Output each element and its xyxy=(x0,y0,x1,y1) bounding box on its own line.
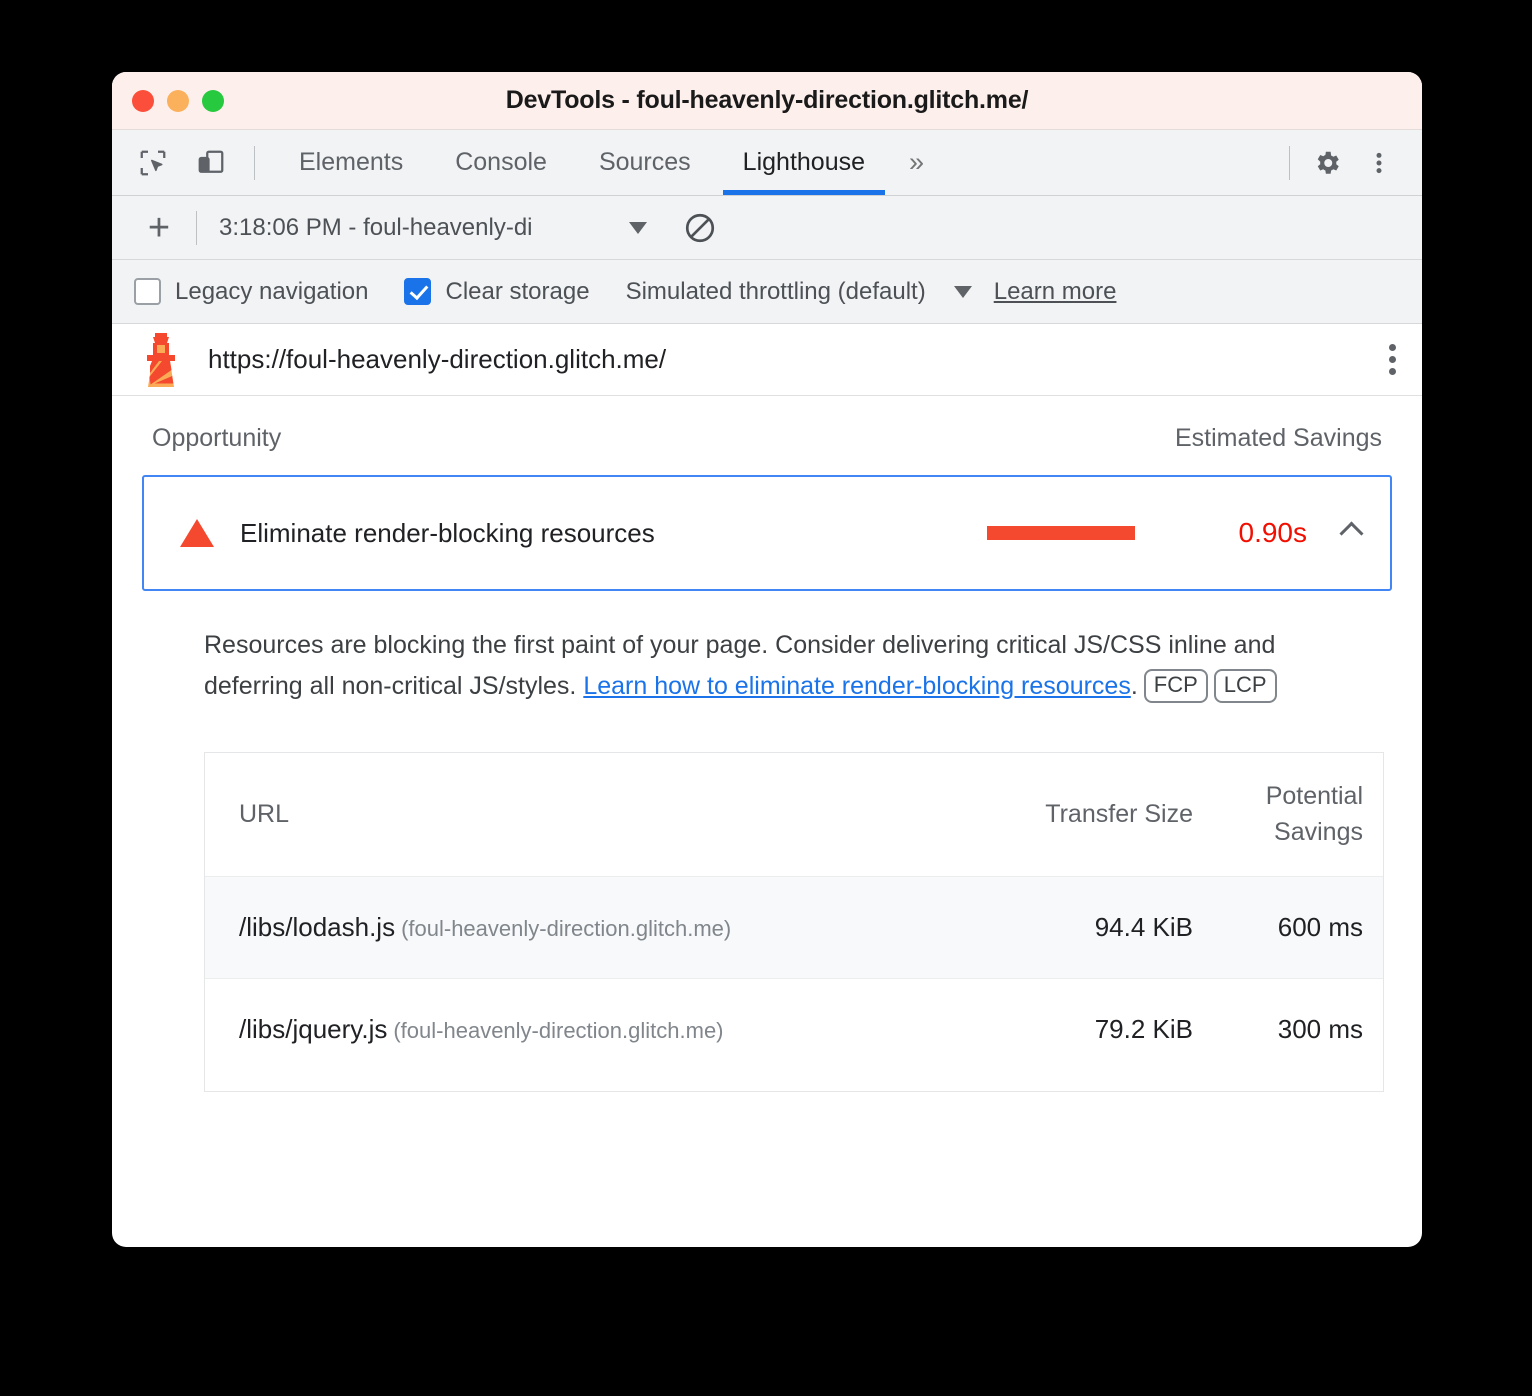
clear-storage-label: Clear storage xyxy=(445,277,590,305)
header-potential-savings-text: Potential Savings xyxy=(1265,782,1363,846)
run-selector[interactable]: 3:18:06 PM - foul-heavenly-di xyxy=(219,214,647,242)
row-transfer-size: 79.2 KiB xyxy=(1043,978,1213,1091)
clear-storage-checkbox[interactable]: Clear storage xyxy=(404,277,590,306)
throttling-label: Simulated throttling (default) xyxy=(625,277,926,305)
tab-sources[interactable]: Sources xyxy=(573,130,717,195)
tabs-overflow-icon[interactable]: » xyxy=(891,130,942,195)
lighthouse-report: Opportunity Estimated Savings Eliminate … xyxy=(112,396,1422,1092)
warning-triangle-icon xyxy=(180,519,214,547)
audited-url: https://foul-heavenly-direction.glitch.m… xyxy=(208,344,667,374)
devtools-tabbar: Elements Console Sources Lighthouse » xyxy=(112,130,1422,196)
table-header-row: URL Transfer Size Potential Savings xyxy=(205,753,1383,877)
table-row[interactable]: /libs/jquery.js (foul-heavenly-direction.… xyxy=(205,978,1383,1091)
lighthouse-settings-row: Legacy navigation Clear storage Simulate… xyxy=(112,260,1422,324)
tabbar-right-tools xyxy=(1281,130,1422,195)
legacy-navigation-label: Legacy navigation xyxy=(175,277,369,305)
details-table: URL Transfer Size Potential Savings /lib… xyxy=(205,753,1383,1091)
chevron-up-icon[interactable] xyxy=(1339,520,1364,546)
opportunity-description: Resources are blocking the first paint o… xyxy=(142,591,1292,716)
savings-value: 0.90s xyxy=(1238,517,1308,548)
run-selector-value: 3:18:06 PM - foul-heavenly-di xyxy=(219,213,533,241)
header-transfer-size: Transfer Size xyxy=(1043,753,1213,877)
row-url-cell: /libs/jquery.js (foul-heavenly-direction.… xyxy=(205,978,1043,1091)
metric-badge-fcp: FCP xyxy=(1143,668,1208,703)
details-table-wrapper: URL Transfer Size Potential Savings /lib… xyxy=(204,752,1384,1092)
description-text-after: . xyxy=(1130,671,1138,700)
estimated-savings-column-label: Estimated Savings xyxy=(1174,424,1382,452)
toolbar-divider xyxy=(254,145,255,180)
chevron-down-icon xyxy=(629,221,647,234)
opportunity-summary-row[interactable]: Eliminate render-blocking resources 0.90… xyxy=(164,477,1370,589)
devtools-window: DevTools - foul-heavenly-direction.glitc… xyxy=(112,72,1422,1247)
more-vertical-icon[interactable] xyxy=(1356,140,1402,186)
row-host: (foul-heavenly-direction.glitch.me) xyxy=(393,1018,724,1043)
table-row[interactable]: /libs/lodash.js (foul-heavenly-direction.… xyxy=(205,876,1383,979)
new-report-button[interactable]: + xyxy=(134,205,184,251)
gear-icon[interactable] xyxy=(1304,140,1350,186)
inspect-element-icon[interactable] xyxy=(130,140,176,186)
details-table-body: /libs/lodash.js (foul-heavenly-direction.… xyxy=(205,876,1383,1091)
row-transfer-size: 94.4 KiB xyxy=(1043,876,1213,979)
audited-url-row: https://foul-heavenly-direction.glitch.m… xyxy=(112,324,1422,396)
legacy-navigation-box[interactable] xyxy=(134,278,161,305)
tab-elements[interactable]: Elements xyxy=(273,130,429,195)
tabbar-left-tools xyxy=(112,130,263,195)
opportunity-column-label: Opportunity xyxy=(152,424,282,452)
clear-storage-box[interactable] xyxy=(404,278,432,305)
device-toolbar-icon[interactable] xyxy=(188,140,234,186)
opportunity-card[interactable]: Eliminate render-blocking resources 0.90… xyxy=(142,475,1392,591)
details-table-head: URL Transfer Size Potential Savings xyxy=(205,753,1383,877)
description-link[interactable]: Learn how to eliminate render-blocking r… xyxy=(583,672,1131,700)
row-host: (foul-heavenly-direction.glitch.me) xyxy=(401,916,732,941)
metric-badge-lcp: LCP xyxy=(1213,668,1277,703)
tab-console[interactable]: Console xyxy=(429,130,573,195)
window-titlebar: DevTools - foul-heavenly-direction.glitc… xyxy=(112,72,1422,130)
row-path: /libs/lodash.js xyxy=(239,912,396,942)
learn-more-link[interactable]: Learn more xyxy=(994,278,1117,306)
row-url-cell: /libs/lodash.js (foul-heavenly-direction.… xyxy=(205,876,1043,979)
toolbar-divider-right xyxy=(1289,145,1290,180)
opportunity-metrics: 0.90s xyxy=(987,517,1370,549)
opportunity-table-header: Opportunity Estimated Savings xyxy=(142,396,1392,475)
row-path: /libs/jquery.js xyxy=(239,1014,388,1044)
report-menu-icon[interactable] xyxy=(1389,344,1396,375)
tab-lighthouse[interactable]: Lighthouse xyxy=(717,130,891,195)
lh-toolbar-divider xyxy=(196,210,197,245)
header-potential-savings: Potential Savings xyxy=(1213,753,1383,877)
throttling-chevron-down-icon[interactable] xyxy=(953,285,972,298)
row-potential-savings: 600 ms xyxy=(1213,876,1383,979)
legacy-navigation-checkbox[interactable]: Legacy navigation xyxy=(134,278,368,306)
panel-tabs: Elements Console Sources Lighthouse » xyxy=(273,130,942,195)
header-transfer-size-text: Transfer Size xyxy=(1045,799,1193,828)
lighthouse-toolbar: + 3:18:06 PM - foul-heavenly-di xyxy=(112,196,1422,260)
header-url: URL xyxy=(239,800,290,828)
opportunity-title: Eliminate render-blocking resources xyxy=(240,517,655,548)
row-potential-savings: 300 ms xyxy=(1213,978,1383,1091)
no-entry-icon[interactable] xyxy=(683,211,717,245)
savings-bar xyxy=(987,526,1135,540)
window-title: DevTools - foul-heavenly-direction.glitc… xyxy=(505,86,1029,114)
lighthouse-icon xyxy=(142,332,180,388)
